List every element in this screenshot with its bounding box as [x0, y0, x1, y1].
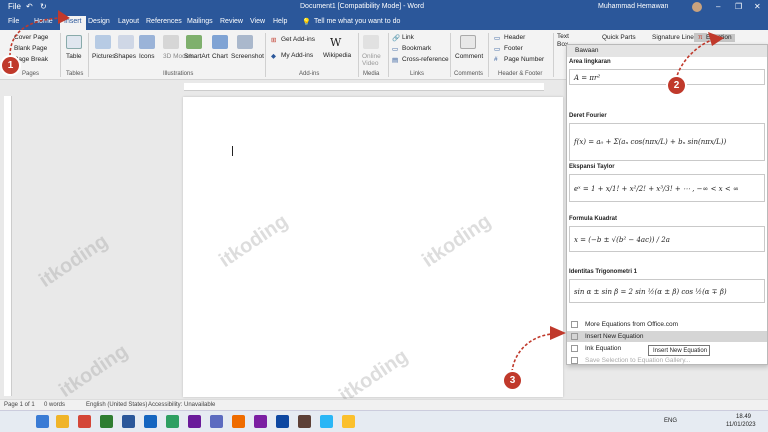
- app-icon[interactable]: [144, 415, 157, 428]
- excel-icon[interactable]: [100, 415, 113, 428]
- word-icon[interactable]: [122, 415, 135, 428]
- telegram-icon[interactable]: [320, 415, 333, 428]
- step-badge: 3: [504, 372, 521, 389]
- app-icon[interactable]: [188, 415, 201, 428]
- app-icon[interactable]: [232, 415, 245, 428]
- app-icon[interactable]: [342, 415, 355, 428]
- status-bar: Page 1 of 1 0 words English (United Stat…: [0, 399, 768, 410]
- step-badge: 2: [668, 77, 685, 94]
- page-count[interactable]: Page 1 of 1: [4, 402, 35, 408]
- app-icon[interactable]: [298, 415, 311, 428]
- word-window: File ↶ ↻ Document1 [Compatibility Mode] …: [0, 0, 768, 432]
- word-count[interactable]: 0 words: [44, 402, 65, 408]
- photoshop-icon[interactable]: [276, 415, 289, 428]
- step-badge: 1: [2, 57, 19, 74]
- accessibility-status[interactable]: Accessibility: Unavailable: [148, 402, 215, 408]
- explorer-icon[interactable]: [56, 415, 69, 428]
- annotation-arrows: [9, 10, 724, 373]
- clock-date[interactable]: 11/01/2023: [726, 422, 756, 428]
- clock-time[interactable]: 18.49: [736, 414, 751, 420]
- language-status[interactable]: English (United States): [86, 402, 147, 408]
- start-icon[interactable]: [36, 415, 49, 428]
- language-indicator[interactable]: ENG: [664, 418, 677, 424]
- taskbar: ENG 18.49 11/01/2023: [0, 410, 768, 432]
- app-icon[interactable]: [166, 415, 179, 428]
- app-icon[interactable]: [210, 415, 223, 428]
- app-icon[interactable]: [254, 415, 267, 428]
- firefox-icon[interactable]: [78, 415, 91, 428]
